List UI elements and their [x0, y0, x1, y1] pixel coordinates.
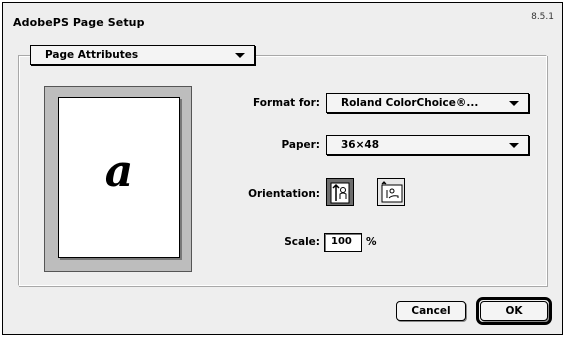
paper-popup[interactable]: 36×48	[326, 135, 529, 155]
page-preview: a	[58, 97, 180, 258]
format-for-label: Format for:	[253, 97, 320, 109]
section-popup-label: Page Attributes	[45, 49, 139, 61]
dialog-title: AdobePS Page Setup	[13, 16, 145, 29]
paper-value: 36×48	[341, 139, 380, 151]
chevron-down-icon	[235, 53, 245, 58]
portrait-orientation-button[interactable]	[326, 178, 354, 206]
scale-input[interactable]: 100	[324, 233, 362, 252]
paper-label: Paper:	[281, 139, 320, 151]
orientation-label: Orientation:	[248, 188, 320, 200]
chevron-down-icon	[509, 143, 519, 148]
cancel-button[interactable]: Cancel	[396, 301, 466, 321]
portrait-orientation-icon	[330, 182, 350, 204]
scale-unit-label: %	[366, 236, 377, 248]
landscape-orientation-button[interactable]	[377, 178, 405, 206]
version-label: 8.5.1	[531, 12, 554, 22]
section-popup-menu[interactable]: Page Attributes	[30, 45, 255, 65]
chevron-down-icon	[509, 101, 519, 106]
format-for-value: Roland ColorChoice®...	[341, 97, 479, 109]
scale-label: Scale:	[284, 236, 320, 248]
preview-letter: a	[104, 146, 134, 197]
format-for-popup[interactable]: Roland ColorChoice®...	[326, 93, 529, 113]
landscape-orientation-icon	[381, 181, 403, 203]
ok-button[interactable]: OK	[480, 301, 548, 321]
